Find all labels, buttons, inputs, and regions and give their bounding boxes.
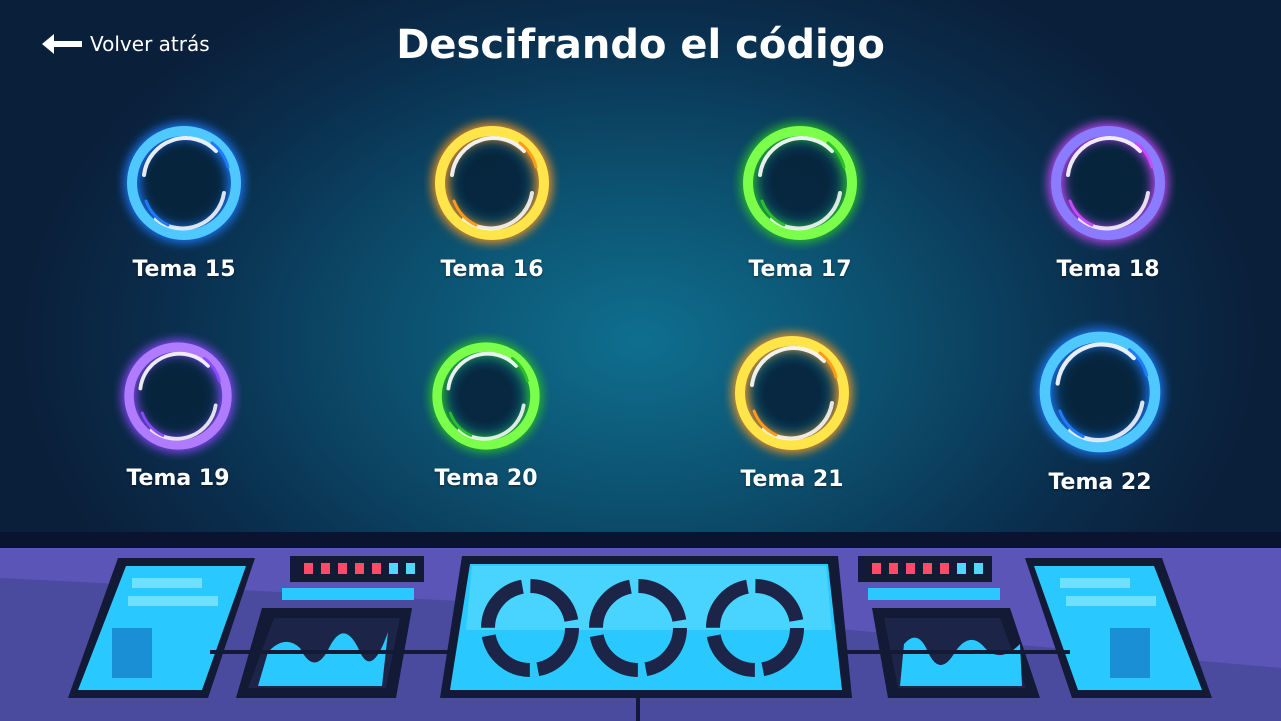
left-indicators	[282, 556, 424, 600]
topic-label: Tema 18	[1056, 257, 1160, 282]
topic-label: Tema 22	[1048, 470, 1152, 495]
indicator-light	[906, 563, 915, 574]
portal-icon	[124, 123, 244, 243]
portal-icon	[429, 339, 543, 453]
topic-label: Tema 16	[440, 257, 544, 282]
topic-label: Tema 19	[126, 466, 230, 491]
indicator-light	[957, 563, 966, 574]
indicator-light	[406, 563, 415, 574]
page-title: Descifrando el código	[396, 22, 885, 68]
control-console	[0, 548, 1281, 721]
portal-icon	[432, 123, 552, 243]
indicator-light	[889, 563, 898, 574]
topic-19[interactable]: Tema 19	[78, 332, 278, 491]
indicator-light	[389, 563, 398, 574]
topic-22[interactable]: Tema 22	[1000, 320, 1200, 495]
topic-label: Tema 21	[740, 467, 844, 492]
portal-icon	[121, 339, 235, 453]
indicator-light	[923, 563, 932, 574]
topic-17[interactable]: Tema 17	[700, 115, 900, 282]
topic-21[interactable]: Tema 21	[692, 325, 892, 492]
indicator-light	[321, 563, 330, 574]
topic-label: Tema 15	[132, 257, 236, 282]
indicator-light	[372, 563, 381, 574]
topic-label: Tema 17	[748, 257, 852, 282]
topic-18[interactable]: Tema 18	[1008, 115, 1208, 282]
topic-16[interactable]: Tema 16	[392, 115, 592, 282]
portal-icon	[732, 333, 852, 453]
portal-icon	[740, 123, 860, 243]
portal-icon	[1048, 123, 1168, 243]
indicator-light	[338, 563, 347, 574]
topic-20[interactable]: Tema 20	[386, 332, 586, 491]
portal-icon	[1036, 328, 1164, 456]
indicator-light	[974, 563, 983, 574]
indicator-light	[355, 563, 364, 574]
indicator-light	[304, 563, 313, 574]
indicator-light	[872, 563, 881, 574]
topic-label: Tema 20	[434, 466, 538, 491]
topic-15[interactable]: Tema 15	[84, 115, 284, 282]
right-indicators	[858, 556, 1000, 600]
indicator-light	[940, 563, 949, 574]
